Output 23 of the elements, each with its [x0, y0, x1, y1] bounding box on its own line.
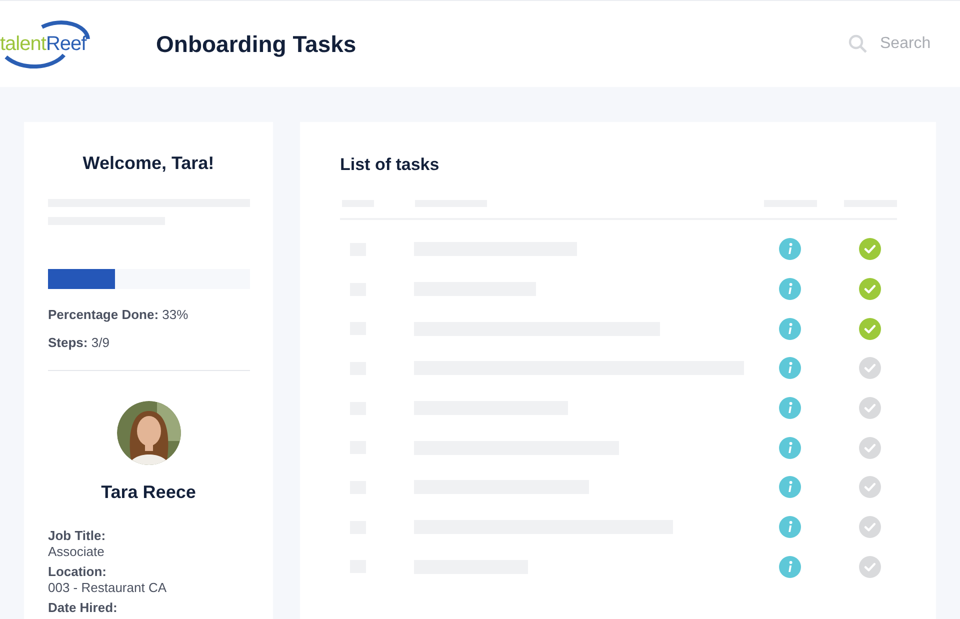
info-icon[interactable]: [779, 556, 801, 578]
welcome-heading: Welcome, Tara!: [82, 152, 216, 175]
info-icon[interactable]: [779, 516, 801, 538]
steps-text: Steps: 3/9: [48, 334, 110, 352]
info-icon[interactable]: [779, 318, 801, 340]
info-icon[interactable]: [779, 476, 801, 498]
detail-label: Job Title:: [48, 528, 107, 544]
info-icon[interactable]: [779, 357, 801, 380]
info-icon[interactable]: [779, 397, 801, 420]
info-icon[interactable]: [779, 278, 801, 300]
info-icon[interactable]: [779, 436, 801, 459]
search-icon: [848, 34, 868, 54]
detail-value: 003 - Restaurant CA: [48, 580, 168, 596]
info-icon[interactable]: [779, 238, 801, 260]
detail-label: Location:: [48, 564, 108, 580]
detail-value: Associate: [48, 544, 106, 560]
section-title: List of tasks: [340, 154, 440, 176]
page-title: Onboarding Tasks: [156, 30, 356, 59]
logo: talentReef: [0, 19, 92, 69]
percentage-text: Percentage Done: 33%: [48, 306, 190, 324]
employee-name: Tara Reece: [100, 481, 197, 504]
detail-label: Date Hired:: [48, 600, 118, 616]
search-field[interactable]: Search: [880, 32, 932, 56]
